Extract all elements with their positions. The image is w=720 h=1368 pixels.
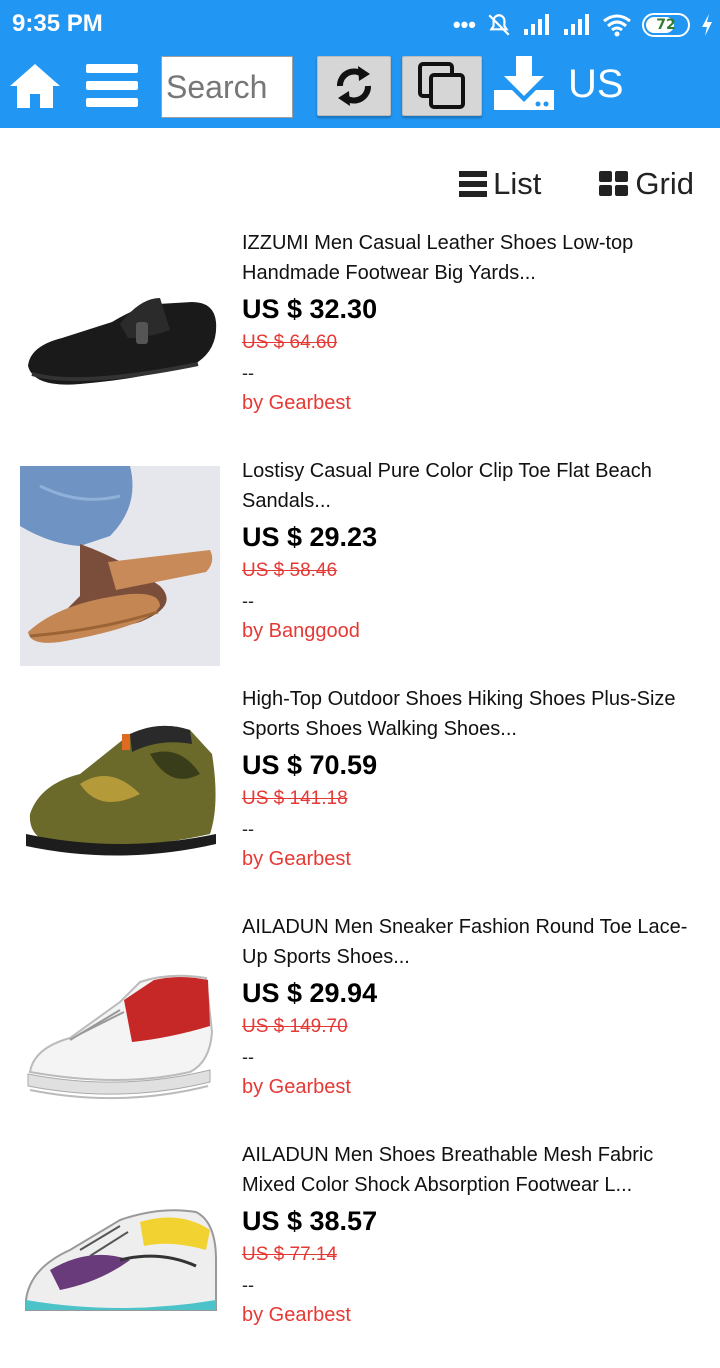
wifi-icon	[603, 14, 631, 37]
product-title[interactable]: IZZUMI Men Casual Leather Shoes Low-top …	[242, 228, 712, 288]
refresh-button[interactable]	[317, 56, 391, 116]
grid-view-label: Grid	[635, 166, 694, 201]
region-selector[interactable]: US	[568, 62, 624, 107]
product-card[interactable]: Lostisy Casual Pure Color Clip Toe Flat …	[0, 456, 720, 684]
product-title[interactable]: AILADUN Men Shoes Breathable Mesh Fabric…	[242, 1140, 712, 1200]
product-image[interactable]	[20, 466, 220, 666]
menu-button[interactable]	[86, 64, 138, 113]
product-rating: --	[242, 363, 254, 383]
battery-indicator: 72	[642, 13, 690, 37]
more-dots-icon: •••	[452, 12, 476, 37]
list-icon	[459, 171, 488, 197]
product-seller[interactable]: by Gearbest	[242, 844, 712, 874]
status-bar: 9:35 PM ••• 72	[0, 0, 720, 50]
product-title[interactable]: High-Top Outdoor Shoes Hiking Shoes Plus…	[242, 684, 712, 744]
copy-button[interactable]	[402, 56, 482, 116]
grid-icon	[599, 171, 629, 196]
product-card[interactable]: AILADUN Men Sneaker Fashion Round Toe La…	[0, 912, 720, 1140]
product-image[interactable]	[20, 694, 220, 894]
product-rating: --	[242, 591, 254, 611]
product-card[interactable]: AILADUN Men Shoes Breathable Mesh Fabric…	[0, 1140, 720, 1368]
product-rating: --	[242, 1275, 254, 1295]
grid-view-button[interactable]: Grid	[599, 166, 694, 202]
list-view-label: List	[493, 166, 542, 201]
product-price: US $ 32.30	[242, 294, 378, 324]
product-image[interactable]	[20, 922, 220, 1122]
list-view-button[interactable]: List	[459, 166, 541, 202]
charging-icon	[702, 14, 712, 36]
signal-icon	[524, 14, 549, 35]
product-original-price: US $ 149.70	[242, 1016, 348, 1037]
search-input[interactable]	[161, 56, 293, 118]
product-price: US $ 38.57	[242, 1206, 378, 1236]
product-card[interactable]: High-Top Outdoor Shoes Hiking Shoes Plus…	[0, 684, 720, 912]
product-original-price: US $ 64.60	[242, 332, 338, 353]
product-price: US $ 29.23	[242, 522, 378, 552]
view-toggle: List Grid	[459, 166, 694, 202]
download-button[interactable]	[492, 54, 556, 117]
product-price: US $ 29.94	[242, 978, 378, 1008]
product-seller[interactable]: by Gearbest	[242, 1300, 712, 1330]
product-image[interactable]	[20, 238, 220, 438]
product-card[interactable]: IZZUMI Men Casual Leather Shoes Low-top …	[0, 228, 720, 456]
home-button[interactable]	[8, 62, 62, 115]
product-rating: --	[242, 1047, 254, 1067]
product-original-price: US $ 141.18	[242, 788, 348, 809]
product-price: US $ 70.59	[242, 750, 378, 780]
battery-percent: 72	[656, 17, 676, 33]
product-image[interactable]	[20, 1150, 220, 1350]
product-rating: --	[242, 819, 254, 839]
product-seller[interactable]: by Gearbest	[242, 1072, 712, 1102]
mute-icon	[488, 14, 510, 36]
status-icons: ••• 72	[453, 8, 714, 42]
menu-icon	[86, 64, 138, 107]
status-time: 9:35 PM	[12, 10, 103, 37]
refresh-icon	[337, 66, 371, 106]
product-seller[interactable]: by Gearbest	[242, 388, 712, 418]
product-title[interactable]: AILADUN Men Sneaker Fashion Round Toe La…	[242, 912, 712, 972]
app-toolbar: US	[0, 50, 720, 128]
signal-icon	[564, 14, 589, 35]
copy-icon	[418, 62, 465, 109]
product-title[interactable]: Lostisy Casual Pure Color Clip Toe Flat …	[242, 456, 712, 516]
product-seller[interactable]: by Banggood	[242, 616, 712, 646]
product-original-price: US $ 77.14	[242, 1244, 338, 1265]
download-icon	[494, 56, 554, 110]
home-icon	[10, 64, 60, 108]
product-original-price: US $ 58.46	[242, 560, 338, 581]
